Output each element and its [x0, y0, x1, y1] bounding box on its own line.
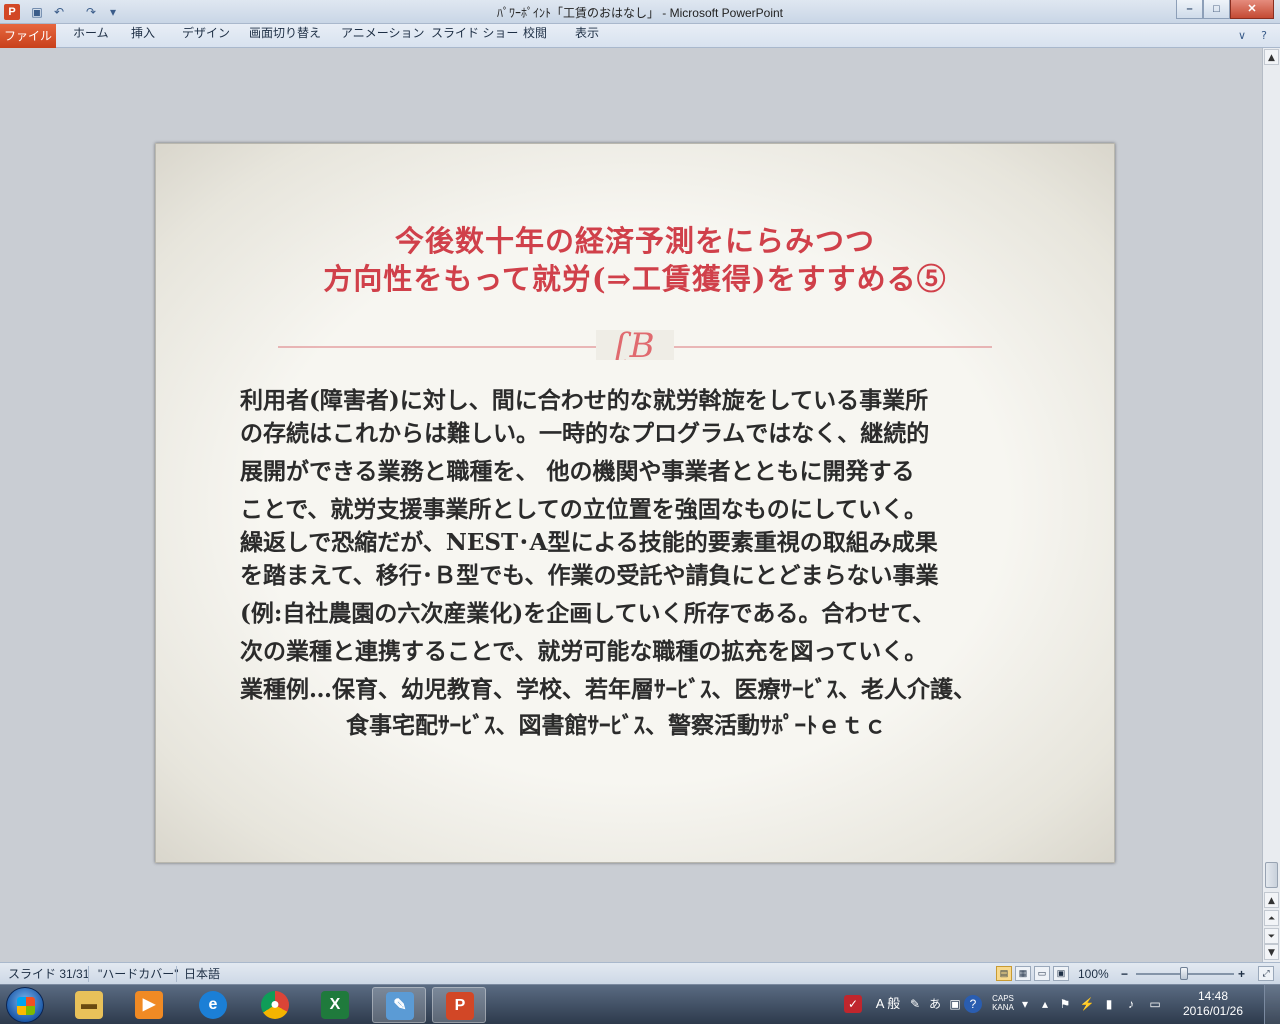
slide-sorter-icon[interactable]: ▦	[1015, 966, 1031, 981]
body-line: 展開ができる業務と職種を、 他の機関や事業者とともに開発する	[240, 458, 915, 485]
title-bar: P ▣ ↶ ↷ ▾ ﾊﾟﾜｰﾎﾟｲﾝﾄ「工賃のおはなし」 - Microsoft…	[0, 0, 1280, 24]
language-indicator[interactable]: 日本語	[184, 966, 220, 982]
reading-view-icon[interactable]: ▭	[1034, 966, 1050, 981]
ribbon-tab-bar: ファイル ホーム 挿入 デザイン 画面切り替え アニメーション スライド ショー…	[0, 24, 1280, 48]
explorer-taskbar-button[interactable]: ▬	[62, 987, 116, 1023]
slide-title[interactable]: 今後数十年の経済予測をにらみつつ 方向性をもって就労(⇒工賃獲得)をすすめる⑤	[156, 222, 1114, 298]
folder-icon: ▬	[75, 991, 103, 1019]
powerpoint-taskbar-button[interactable]: P	[432, 987, 486, 1023]
vertical-scrollbar[interactable]: ▲ ▲ ⏶ ⏷ ▼	[1262, 48, 1280, 962]
window-title: ﾊﾟﾜｰﾎﾟｲﾝﾄ「工賃のおはなし」 - Microsoft PowerPoin…	[496, 6, 784, 20]
network-icon[interactable]: ▮	[1100, 995, 1118, 1013]
windows-taskbar: ▬ ▶ e ● X ✎ P ✓ A 般 ✎ あ ▣ ? CAPS KANA ▾ …	[0, 984, 1280, 1024]
internet-explorer-icon: e	[199, 991, 227, 1019]
body-line: 次の業種と連携することで、就労可能な職種の拡充を図っていく。	[240, 638, 928, 665]
ime-toolbox-icon[interactable]: ▣	[946, 995, 964, 1013]
help-icon[interactable]: ?	[1256, 28, 1272, 44]
previous-slide-icon[interactable]: ⏶	[1264, 910, 1279, 926]
body-line: (例:自社農園の六次産業化)を企画していく所存である。合わせて、	[240, 600, 936, 627]
tab-file[interactable]: ファイル	[0, 24, 56, 48]
power-icon[interactable]: ⚡	[1078, 995, 1096, 1013]
normal-view-icon[interactable]: ▤	[996, 966, 1012, 981]
status-bar: スライド 31/31 "ハードカバー" 日本語 ▤ ▦ ▭ ▣ 100% − +…	[0, 962, 1280, 984]
show-desktop-button[interactable]	[1264, 985, 1280, 1024]
scroll-up-icon[interactable]: ▲	[1264, 892, 1279, 908]
tab-animations[interactable]: アニメーション	[341, 24, 425, 48]
show-hidden-icons-icon[interactable]: ▴	[1036, 995, 1054, 1013]
clock-time: 14:48	[1197, 989, 1229, 1003]
slide-canvas[interactable]: 今後数十年の経済予測をにらみつつ 方向性をもって就労(⇒工賃獲得)をすすめる⑤ …	[155, 143, 1115, 863]
zoom-slider-thumb[interactable]	[1180, 967, 1188, 980]
tab-home[interactable]: ホーム	[73, 24, 109, 48]
scroll-down-icon[interactable]: ▼	[1264, 944, 1279, 960]
slide-number-indicator[interactable]: スライド 31/31	[8, 966, 89, 982]
excel-taskbar-button[interactable]: X	[308, 987, 362, 1023]
ime-mode-indicator[interactable]: A 般	[870, 995, 906, 1013]
maximize-button[interactable]: □	[1203, 0, 1230, 19]
display-icon[interactable]: ▭	[1146, 995, 1164, 1013]
paint-taskbar-button[interactable]: ✎	[372, 987, 426, 1023]
ornament-divider: ʗB	[278, 330, 992, 360]
body-line: の存続はこれからは難しい。一時的なプログラムではなく、継続的	[240, 420, 930, 447]
ornament-glyph: ʗB	[614, 330, 654, 360]
body-line: ことで、就労支援事業所としての立位置を強固なものにしていく。	[240, 496, 928, 523]
ime-options-icon[interactable]: ▾	[1016, 995, 1034, 1013]
minimize-button[interactable]: –	[1176, 0, 1203, 19]
slide-body-text[interactable]: 利用者(障害者)に対し、間に合わせ的な就労斡旋をしている事業所 の存続はこれから…	[240, 384, 1040, 742]
ime-dictionary-icon[interactable]: あ	[926, 995, 944, 1013]
media-player-taskbar-button[interactable]: ▶	[122, 987, 176, 1023]
fit-to-window-icon[interactable]: ⤢	[1258, 966, 1274, 981]
clock-date: 2016/01/26	[1182, 1004, 1244, 1018]
slideshow-view-icon[interactable]: ▣	[1053, 966, 1069, 981]
tab-review[interactable]: 校閲	[523, 24, 547, 48]
action-center-icon[interactable]: ⚑	[1056, 995, 1074, 1013]
tab-transitions[interactable]: 画面切り替え	[249, 24, 321, 48]
media-player-icon: ▶	[135, 991, 163, 1019]
slide-title-line: 今後数十年の経済予測をにらみつつ	[394, 224, 875, 258]
chrome-taskbar-button[interactable]: ●	[248, 987, 302, 1023]
internet-explorer-taskbar-button[interactable]: e	[186, 987, 240, 1023]
body-line: 利用者(障害者)に対し、間に合わせ的な就労斡旋をしている事業所	[240, 387, 929, 414]
ime-tool-icon[interactable]: ✎	[906, 995, 924, 1013]
tab-design[interactable]: デザイン	[182, 24, 230, 48]
body-line: 業種例…保育、幼児教育、学校、若年層ｻｰﾋﾞｽ、医療ｻｰﾋﾞｽ、老人介護、	[240, 676, 976, 703]
powerpoint-icon: P	[446, 992, 474, 1020]
next-slide-icon[interactable]: ⏷	[1264, 928, 1279, 944]
close-button[interactable]: ✕	[1230, 0, 1274, 19]
taskbar-clock[interactable]: 14:48 2016/01/26	[1178, 989, 1248, 1019]
excel-icon: X	[321, 991, 349, 1019]
security-icon[interactable]: ✓	[844, 995, 862, 1013]
theme-name[interactable]: "ハードカバー"	[98, 966, 179, 982]
start-button[interactable]	[6, 987, 44, 1023]
zoom-in-icon[interactable]: +	[1238, 966, 1245, 982]
tab-view[interactable]: 表示	[575, 24, 599, 48]
paint-icon: ✎	[386, 992, 414, 1020]
body-line: 食事宅配ｻｰﾋﾞｽ、図書館ｻｰﾋﾞｽ、警察活動ｻﾎﾟｰﾄｅｔｃ	[346, 712, 887, 739]
kana-label: KANA	[992, 1003, 1014, 1012]
chrome-icon: ●	[261, 991, 289, 1019]
scroll-up-icon[interactable]: ▲	[1264, 49, 1279, 65]
ime-help-icon[interactable]: ?	[964, 995, 982, 1013]
windows-logo-icon	[17, 997, 35, 1015]
volume-icon[interactable]: ♪	[1122, 995, 1140, 1013]
slide-title-line: 方向性をもって就労(⇒工賃獲得)をすすめる⑤	[323, 262, 947, 296]
window-controls: – □ ✕	[1176, 0, 1274, 20]
body-line: 繰返しで恐縮だが、NEST･A型による技能的要素重視の取組み成果	[240, 529, 938, 556]
caps-kana-indicator: CAPS KANA	[988, 994, 1018, 1012]
ribbon-collapse-icon[interactable]: ∨	[1234, 28, 1250, 44]
zoom-out-icon[interactable]: −	[1121, 966, 1128, 982]
caps-label: CAPS	[992, 994, 1014, 1003]
zoom-level[interactable]: 100%	[1078, 966, 1109, 982]
tab-insert[interactable]: 挿入	[131, 24, 155, 48]
tab-slideshow[interactable]: スライド ショー	[431, 24, 518, 48]
scrollbar-thumb[interactable]	[1265, 862, 1278, 888]
body-line: を踏まえて、移行･Ｂ型でも、作業の受託や請負にとどまらない事業	[240, 562, 939, 589]
